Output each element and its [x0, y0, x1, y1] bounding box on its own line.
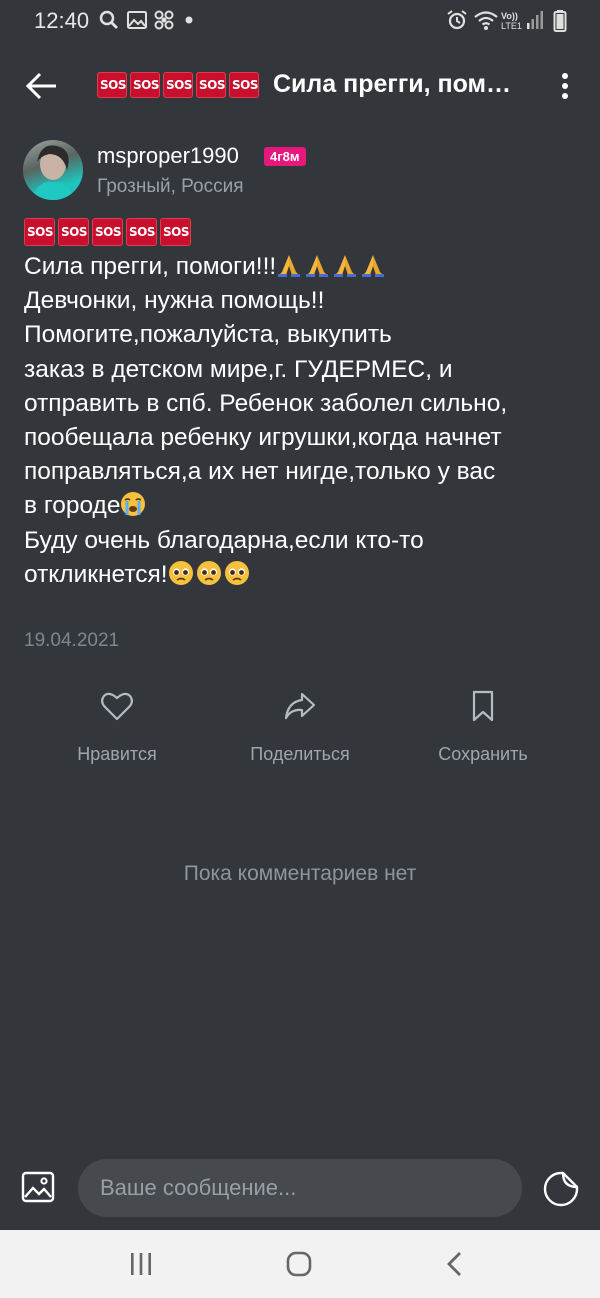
like-label: Нравится	[77, 744, 157, 764]
recent-apps-icon[interactable]	[126, 1250, 156, 1278]
attach-image-icon[interactable]	[20, 1169, 56, 1205]
post-line: откликнется!	[24, 558, 584, 592]
message-composer: Ваше сообщение...	[0, 1150, 600, 1230]
post-date: 19.04.2021	[24, 630, 120, 651]
save-button[interactable]: Сохранить	[413, 688, 553, 765]
sos-emoji: SOS	[160, 218, 191, 246]
avatar[interactable]	[23, 140, 83, 200]
dot-icon	[185, 16, 193, 24]
avatar-photo	[31, 145, 75, 200]
post-line: отправить в спб. Ребенок заболел сильно,	[24, 389, 508, 417]
more-vert-icon[interactable]	[550, 66, 580, 106]
status-bar: 12:40 Vo)) LTE1	[0, 0, 600, 44]
post-line: Сила прегги, помоги!!!	[24, 250, 584, 284]
back-arrow-icon[interactable]	[20, 64, 64, 108]
pinwheel-icon	[154, 10, 174, 30]
system-navigation-bar	[0, 1230, 600, 1298]
title-sos-emojis: SOS SOS SOS SOS SOS	[97, 72, 259, 98]
wifi-icon	[474, 11, 498, 30]
bookmark-icon	[472, 690, 494, 722]
battery-icon	[553, 10, 567, 32]
search-icon	[99, 10, 118, 29]
volte-lte-icon: Vo)) LTE1	[501, 11, 522, 31]
praying-hands-emoji-icon	[276, 253, 388, 280]
heart-icon	[101, 692, 133, 721]
post-line: заказ в детском мире,г. ГУДЕРМЕС, и	[24, 355, 453, 383]
post-line: Буду очень благодарна,если кто-то	[24, 526, 424, 554]
top-app-bar: SOS SOS SOS SOS SOS Сила прегги, пом…	[0, 44, 600, 128]
signal-icon	[527, 11, 543, 29]
sos-emoji: SOS	[130, 72, 160, 98]
share-button[interactable]: Поделиться	[230, 688, 370, 765]
home-icon[interactable]	[284, 1250, 314, 1278]
crying-face-emoji-icon	[120, 492, 148, 519]
empty-comments-message: Пока комментариев нет	[183, 862, 417, 885]
post-body: Сила прегги, помоги!!! Девчонки, нужна п…	[24, 250, 584, 592]
status-time: 12:40	[34, 8, 90, 33]
save-label: Сохранить	[438, 744, 528, 764]
back-nav-icon[interactable]	[440, 1250, 470, 1278]
page-title: Сила прегги, пом…	[273, 70, 512, 98]
author-location: Грозный, Россия	[97, 176, 244, 197]
share-arrow-icon	[284, 692, 316, 720]
image-icon	[127, 11, 147, 29]
post-line: поправляться,а их нет нигде,только у вас	[24, 458, 496, 486]
sos-emoji: SOS	[97, 72, 127, 98]
sos-emoji: SOS	[163, 72, 193, 98]
sticker-icon[interactable]	[541, 1169, 581, 1209]
message-input[interactable]: Ваше сообщение...	[78, 1159, 522, 1217]
sos-emoji: SOS	[58, 218, 89, 246]
pleading-face-emoji-icon	[168, 560, 252, 588]
alarm-icon	[447, 10, 467, 30]
svg-text:Vo)): Vo))	[501, 11, 518, 21]
sos-emoji: SOS	[92, 218, 123, 246]
sos-emoji: SOS	[24, 218, 55, 246]
post-sos-emojis: SOS SOS SOS SOS SOS	[24, 218, 191, 246]
post-line: Девчонки, нужна помощь!!	[24, 287, 325, 315]
post-line: Помогите,пожалуйста, выкупить	[24, 321, 392, 349]
experience-badge: 4г8м	[264, 147, 306, 166]
post-line: в городе	[24, 489, 584, 523]
sos-emoji: SOS	[196, 72, 226, 98]
share-label: Поделиться	[250, 744, 350, 764]
author-name[interactable]: msproper1990	[97, 143, 239, 169]
sos-emoji: SOS	[229, 72, 259, 98]
like-button[interactable]: Нравится	[47, 688, 187, 765]
post-line: пообещала ребенку игрушки,когда начнет	[24, 424, 502, 452]
sos-emoji: SOS	[126, 218, 157, 246]
svg-text:LTE1: LTE1	[501, 21, 522, 31]
